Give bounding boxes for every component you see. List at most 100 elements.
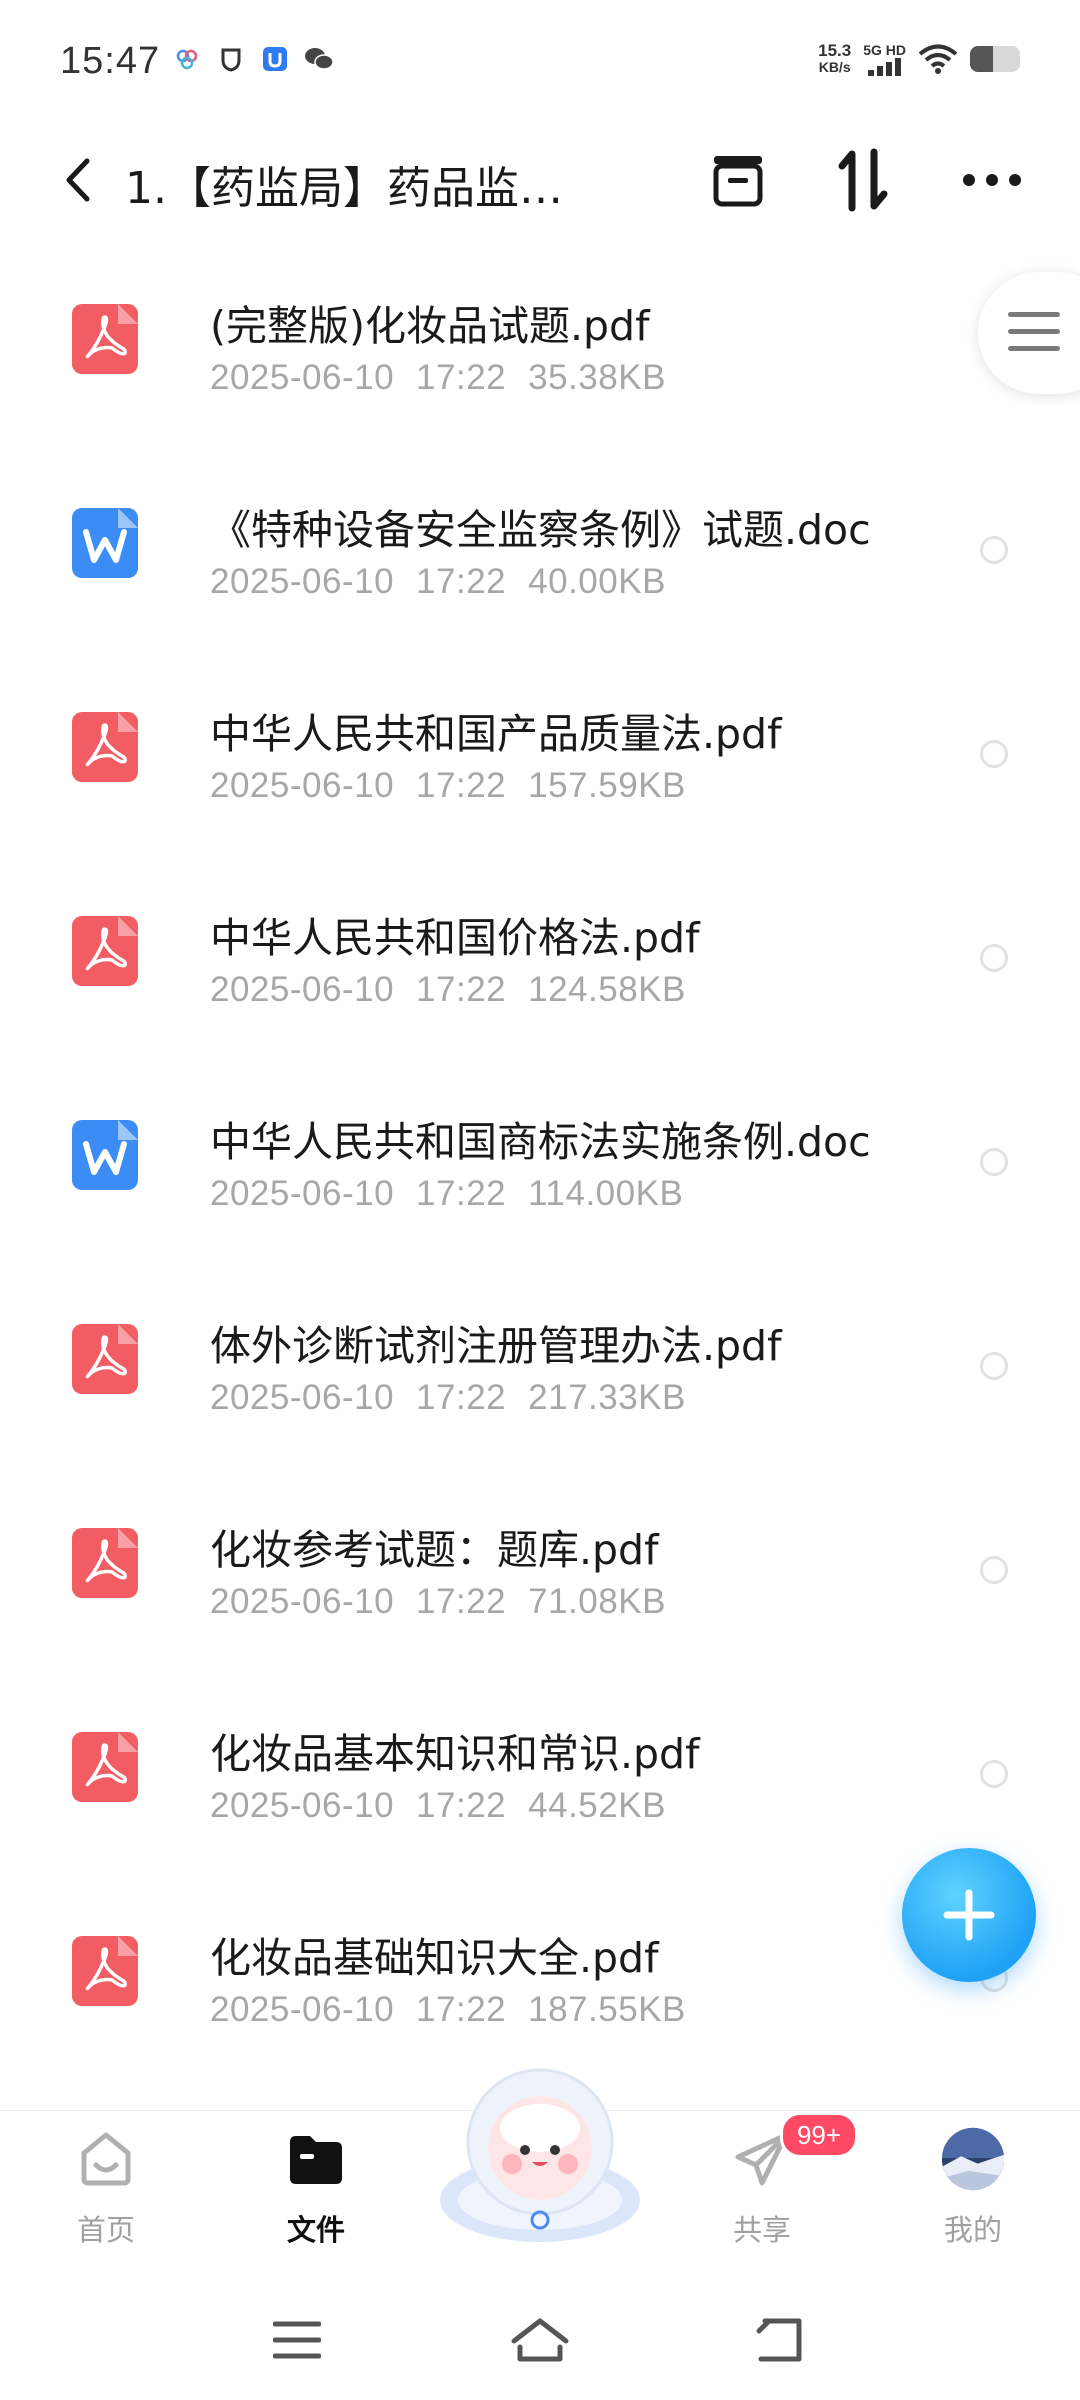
file-time: 17:22 [416,562,507,601]
select-checkbox[interactable] [980,1148,1008,1176]
system-nav [0,2290,1080,2400]
wifi-icon [918,44,958,74]
file-meta: 2025-06-10 17:22 71.08KB [210,1582,688,1622]
add-button[interactable] [902,1848,1036,1982]
nav-files-label: 文件 [286,2213,345,2247]
signal-label: 5G HD [863,42,906,58]
share-badge: 99+ [780,2112,858,2158]
home-icon [511,2318,569,2362]
select-all-button[interactable] [702,144,774,216]
file-row[interactable]: 化妆参考试题：题库.pdf 2025-06-10 17:22 71.08KB [0,1486,1080,1690]
file-name: 化妆品基础知识大全.pdf [210,1934,659,1982]
file-size: 35.38KB [528,358,666,397]
file-meta: 2025-06-10 17:22 217.33KB [210,1378,708,1418]
pdf-file-icon [72,1324,138,1394]
status-bar: 15:47 15.3 KB/s 5G HD [0,0,1080,130]
file-date: 2025-06-10 [210,766,395,805]
network-speed-value: 15.3 [818,41,852,60]
file-row[interactable]: 体外诊断试剂注册管理办法.pdf 2025-06-10 17:22 217.33KB [0,1282,1080,1486]
file-time: 17:22 [416,1174,507,1213]
folder-icon [284,2127,348,2191]
system-home-button[interactable] [505,2310,575,2370]
file-date: 2025-06-10 [210,1378,395,1417]
select-checkbox[interactable] [980,1556,1008,1584]
word-file-icon [72,1120,138,1190]
back-button[interactable] [48,148,108,212]
file-meta: 2025-06-10 17:22 187.55KB [210,1990,708,2030]
file-time: 17:22 [416,1378,507,1417]
sort-button[interactable] [828,144,900,216]
shield-icon [216,44,246,74]
mascot-button[interactable] [430,2050,650,2250]
file-time: 17:22 [416,970,507,1009]
chevron-left-icon [66,158,90,202]
file-size: 71.08KB [528,1582,666,1621]
file-row[interactable]: 中华人民共和国商标法实施条例.doc 2025-06-10 17:22 114.00K… [0,1078,1080,1282]
file-date: 2025-06-10 [210,1174,395,1213]
file-size: 187.55KB [528,1990,686,2029]
nav-home-label: 首页 [76,2213,135,2247]
select-checkbox[interactable] [980,1760,1008,1788]
mascot-astronaut-icon [440,2068,640,2242]
file-name: 体外诊断试剂注册管理办法.pdf [210,1322,782,1370]
file-name: 中华人民共和国商标法实施条例.doc [210,1118,871,1166]
system-menu-button[interactable] [262,2310,332,2370]
select-checkbox[interactable] [980,944,1008,972]
nav-home[interactable]: 首页 [36,2127,176,2249]
file-date: 2025-06-10 [210,562,395,601]
network-speed-unit: KB/s [818,59,851,75]
file-row[interactable]: 《特种设备安全监察条例》试题.doc 2025-06-10 17:22 40.00KB [0,466,1080,670]
more-button[interactable] [956,144,1028,216]
file-time: 17:22 [416,1786,507,1825]
file-size: 114.00KB [528,1174,684,1213]
file-list: (完整版)化妆品试题.pdf 2025-06-10 17:22 35.38KB 《特种… [0,262,1080,2098]
battery-fill [970,46,993,72]
file-meta: 2025-06-10 17:22 124.58KB [210,970,708,1010]
file-row[interactable]: (完整版)化妆品试题.pdf 2025-06-10 17:22 35.38KB [0,262,1080,466]
select-checkbox[interactable] [980,740,1008,768]
signal-bars-icon [868,58,901,76]
file-date: 2025-06-10 [210,970,395,1009]
status-notification-icons [172,44,334,74]
page-title: 1.【药监局】药品监… [125,163,563,214]
pdf-file-icon [72,712,138,782]
file-size: 217.33KB [528,1378,686,1417]
select-all-icon [713,156,763,207]
app-badge-icon [172,44,202,74]
file-size: 44.52KB [528,1786,666,1825]
pdf-file-icon [72,1528,138,1598]
file-name: 中华人民共和国价格法.pdf [210,914,700,962]
file-row[interactable]: 中华人民共和国价格法.pdf 2025-06-10 17:22 124.58KB [0,874,1080,1078]
file-date: 2025-06-10 [210,1990,395,2029]
pdf-file-icon [72,916,138,986]
nav-files[interactable]: 文件 [246,2127,386,2249]
select-checkbox[interactable] [980,536,1008,564]
file-row[interactable]: 化妆品基本知识和常识.pdf 2025-06-10 17:22 44.52KB [0,1690,1080,1894]
home-face-icon [74,2127,138,2191]
file-date: 2025-06-10 [210,1786,395,1825]
file-meta: 2025-06-10 17:22 44.52KB [210,1786,688,1826]
sort-icon [838,148,888,212]
select-checkbox[interactable] [980,1352,1008,1380]
file-size: 40.00KB [528,562,666,601]
menu-icon [273,2321,321,2359]
file-date: 2025-06-10 [210,358,395,397]
status-right-icons: 15.3 KB/s 5G HD [818,42,1020,76]
nav-mine[interactable]: 我的 [903,2127,1043,2249]
system-back-button[interactable] [744,2310,814,2370]
word-file-icon [72,508,138,578]
more-icon [963,174,1021,186]
file-name: 《特种设备安全监察条例》试题.doc [210,506,871,554]
file-meta: 2025-06-10 17:22 35.38KB [210,358,688,398]
nav-share-label: 共享 [732,2213,791,2247]
file-name: 化妆参考试题：题库.pdf [210,1526,659,1574]
file-name: (完整版)化妆品试题.pdf [210,302,650,350]
header: 1.【药监局】药品监… [0,130,1080,230]
file-meta: 2025-06-10 17:22 157.59KB [210,766,708,806]
file-time: 17:22 [416,1582,507,1621]
file-meta: 2025-06-10 17:22 114.00KB [210,1174,705,1214]
network-speed: 15.3 KB/s [818,42,851,76]
hamburger-icon [1008,312,1060,363]
file-row[interactable]: 中华人民共和国产品质量法.pdf 2025-06-10 17:22 157.59KB [0,670,1080,874]
file-name: 化妆品基本知识和常识.pdf [210,1730,700,1778]
